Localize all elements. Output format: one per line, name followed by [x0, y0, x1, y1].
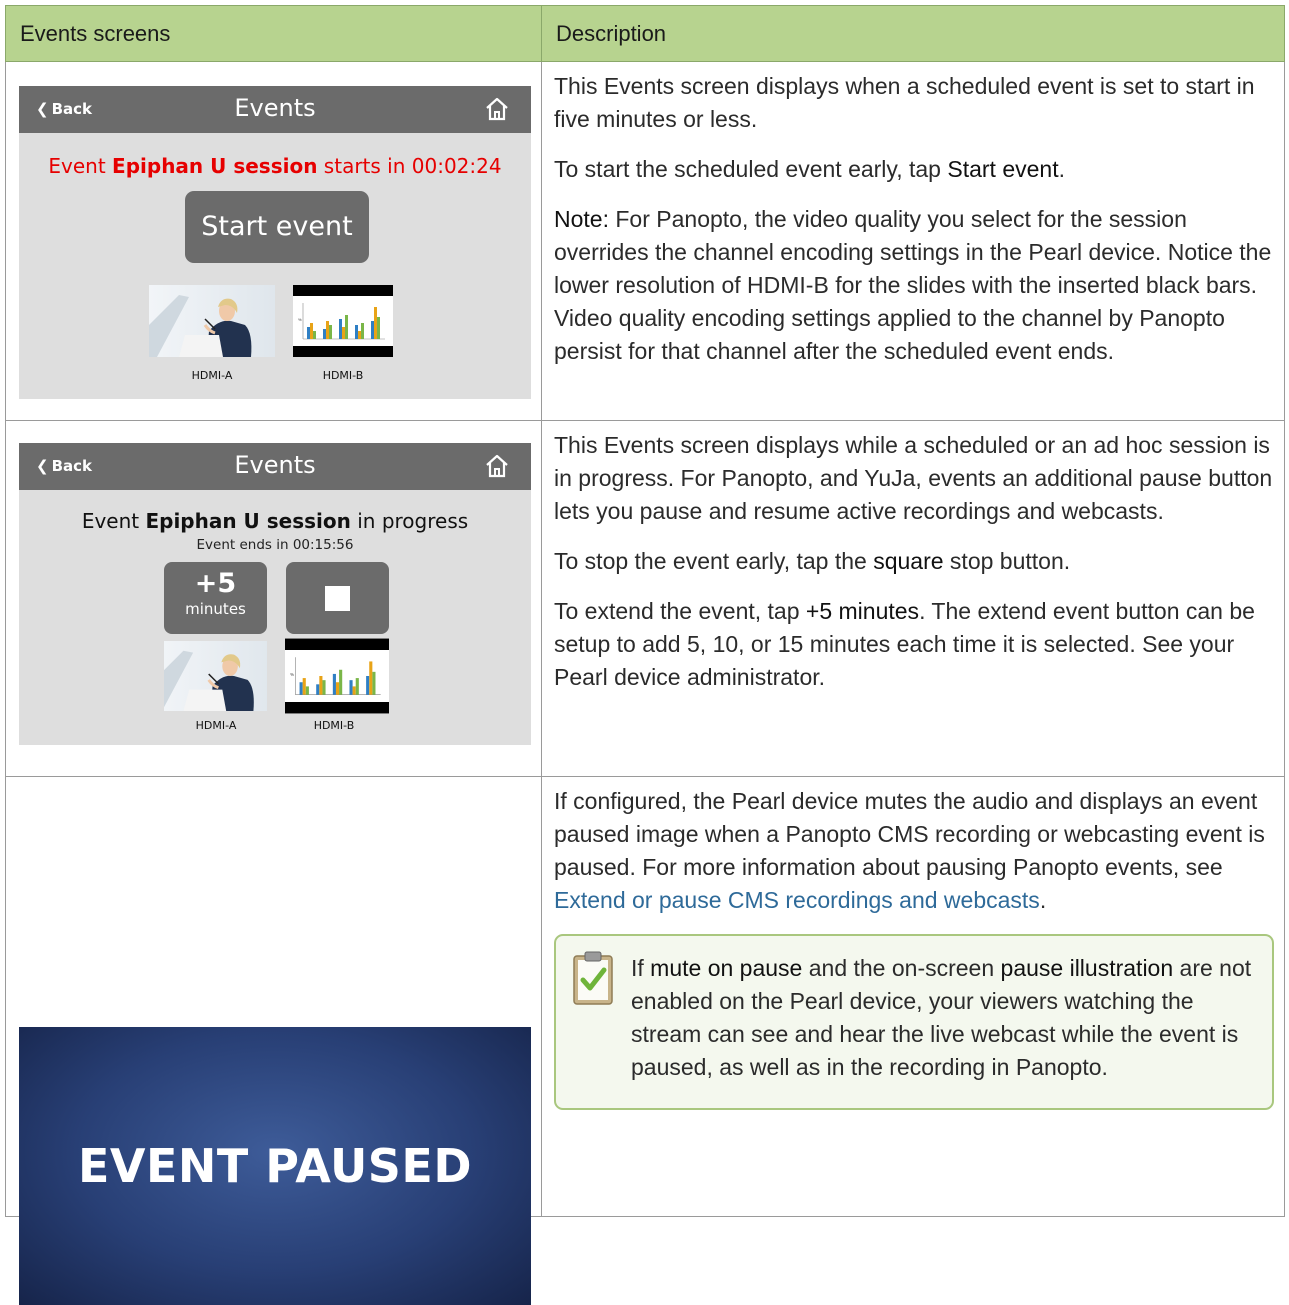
hdmi-b-thumbnail[interactable] [285, 638, 389, 714]
desc-paragraph: To start the scheduled event early, tap … [554, 156, 1065, 182]
desc-paragraph: If configured, the Pearl device mutes th… [554, 788, 1265, 913]
top-bar: ❮ Back Events [19, 443, 531, 490]
screen-cell-paused: EVENT PAUSED [5, 776, 542, 1305]
stop-event-button[interactable] [286, 562, 389, 634]
header-description: Description [541, 5, 1285, 62]
hdmi-a-thumbnail[interactable] [164, 641, 267, 711]
hdmi-a-label: HDMI-A [195, 719, 237, 732]
hdmi-a-label: HDMI-A [191, 369, 233, 382]
home-icon[interactable] [483, 452, 511, 480]
events-screen-in-progress: ❮ Back Events Event Epiphan U session in … [19, 443, 531, 745]
top-bar: ❮ Back Events [19, 86, 531, 133]
stop-square-icon [325, 586, 350, 611]
description-paused: If configured, the Pearl device mutes th… [541, 776, 1285, 1217]
clipboard-check-icon [573, 951, 613, 1005]
extend-five-minutes-button[interactable]: +5 minutes [164, 562, 267, 634]
event-name: Epiphan U session [145, 509, 351, 533]
hdmi-b-label: HDMI-B [322, 369, 364, 382]
start-event-button[interactable]: Start event [185, 191, 369, 263]
desc-paragraph: To extend the event, tap +5 minutes. The… [554, 598, 1255, 690]
extend-pause-cms-link[interactable]: Extend or pause CMS recordings and webca… [554, 887, 1040, 913]
home-icon[interactable] [483, 95, 511, 123]
event-start-status: Event Epiphan U session starts in 00:02:… [48, 154, 502, 178]
note-box: If mute on pause and the on-screen pause… [554, 934, 1274, 1110]
desc-paragraph: To stop the event early, tap the square … [554, 548, 1071, 574]
desc-paragraph: This Events screen displays when a sched… [554, 73, 1255, 132]
screen-title: Events [234, 451, 316, 479]
desc-note: Note: For Panopto, the video quality you… [554, 206, 1272, 364]
screen-cell-in-progress: ❮ Back Events Event Epiphan U session in … [5, 420, 542, 777]
event-ends-countdown: Event ends in 00:15:56 [196, 537, 354, 553]
screen-cell-start-event: ❮ Back Events Event Epiphan U session sta… [5, 61, 542, 421]
event-paused-image: EVENT PAUSED [19, 1027, 531, 1305]
desc-paragraph: This Events screen displays while a sche… [554, 432, 1273, 524]
screen-title: Events [234, 94, 316, 122]
description-in-progress: This Events screen displays while a sche… [541, 420, 1285, 777]
hdmi-b-thumbnail[interactable] [293, 285, 393, 357]
header-events-screens: Events screens [5, 5, 542, 62]
events-table: Events screens Description ❮ Back Events … [5, 5, 1285, 1305]
description-start-event: This Events screen displays when a sched… [541, 61, 1285, 421]
hdmi-b-label: HDMI-B [313, 719, 355, 732]
events-screen-scheduled: ❮ Back Events Event Epiphan U session sta… [19, 86, 531, 399]
hdmi-a-thumbnail[interactable] [149, 285, 275, 357]
event-name: Epiphan U session [112, 154, 318, 178]
event-progress-status: Event Epiphan U session in progress [81, 509, 469, 533]
